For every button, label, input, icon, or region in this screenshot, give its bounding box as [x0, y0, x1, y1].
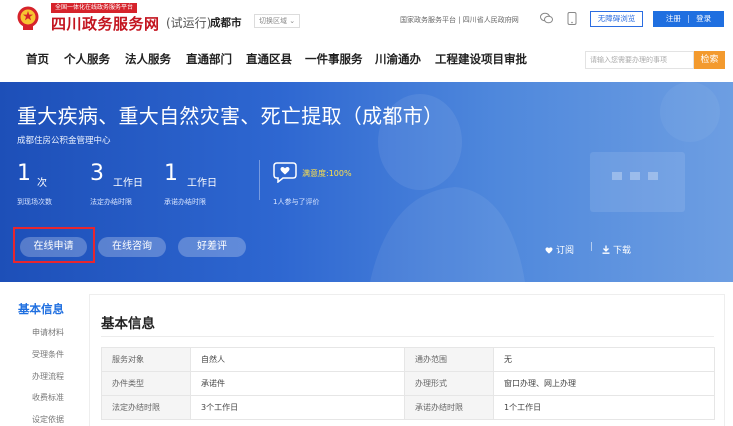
table-cell-key: 通办范围 [404, 347, 494, 372]
heart-icon [545, 247, 553, 254]
sidebar-item-basis[interactable]: 设定依据 [32, 414, 64, 425]
current-city: 成都市 [210, 17, 242, 29]
nav-item-chuanyu[interactable]: 川渝通办 [375, 51, 421, 67]
table-cell-value: 1个工作日 [493, 395, 715, 420]
wechat-icon[interactable] [540, 12, 553, 24]
nav-item-construction[interactable]: 工程建设项目审批 [435, 51, 527, 67]
nav-item-one-thing[interactable]: 一件事服务 [305, 51, 363, 67]
stat-visits-number: 1 [17, 161, 31, 186]
switch-region-dropdown[interactable]: 切换区域 ⌄ [254, 14, 301, 28]
site-name[interactable]: 四川政务服务网 [51, 13, 160, 34]
service-hero: 重大疾病、重大自然灾害、死亡提取（成都市） 成都住房公积金管理中心 1 次 到现… [0, 82, 733, 282]
main-nav: 首页 个人服务 法人服务 直通部门 直通区县 一件事服务 川渝通办 工程建设项目… [0, 36, 733, 82]
satisfaction-rate: 满意度:100% [302, 169, 352, 178]
download-label: 下载 [613, 246, 632, 256]
nav-item-departments[interactable]: 直通部门 [186, 51, 232, 67]
sidebar-item-process[interactable]: 办理流程 [32, 371, 64, 382]
rating-count: 1人参与了评价 [273, 198, 320, 206]
subscribe-label: 订阅 [556, 246, 575, 256]
nav-item-home[interactable]: 首页 [26, 51, 49, 67]
section-title: 基本信息 [101, 316, 155, 332]
table-row: 法定办结时限 3个工作日 承诺办结时限 1个工作日 [101, 395, 715, 420]
action-separator: | [590, 242, 594, 252]
apply-highlight-box [13, 227, 95, 263]
stat-promised-limit-label: 承诺办结时限 [164, 198, 206, 206]
table-cell-value: 无 [493, 347, 715, 372]
stat-promised-limit-unit: 工作日 [187, 178, 217, 189]
site-status: (试运行) [166, 16, 212, 30]
stats-divider [259, 160, 260, 200]
table-cell-value: 自然人 [190, 347, 405, 372]
table-row: 办件类型 承诺件 办理形式 窗口办理、网上办理 [101, 371, 715, 396]
sidebar-item-conditions[interactable]: 受理条件 [32, 349, 64, 360]
satisfaction-heart-icon [273, 162, 297, 183]
stat-visits-label: 到现场次数 [17, 198, 52, 206]
table-cell-key: 办件类型 [101, 371, 191, 396]
login-link[interactable]: 登录 [696, 14, 711, 23]
stat-promised-limit-number: 1 [164, 161, 178, 186]
table-cell-key: 法定办结时限 [101, 395, 191, 420]
auth-separator: | [687, 14, 690, 23]
section-divider [101, 336, 714, 337]
stat-legal-limit-number: 3 [90, 161, 104, 186]
download-icon [602, 245, 610, 254]
table-cell-value: 承诺件 [190, 371, 405, 396]
download-link[interactable]: 下载 [602, 243, 631, 256]
nav-item-districts[interactable]: 直通区县 [246, 51, 292, 67]
stat-legal-limit-label: 法定办结时限 [90, 198, 132, 206]
table-cell-key: 服务对象 [101, 347, 191, 372]
table-cell-value: 3个工作日 [190, 395, 405, 420]
table-cell-key: 承诺办结时限 [404, 395, 494, 420]
accessibility-button[interactable]: 无障碍浏览 [590, 11, 643, 27]
sidebar-item-materials[interactable]: 申请材料 [32, 327, 64, 338]
nav-item-corporate[interactable]: 法人服务 [125, 51, 171, 67]
table-cell-key: 办理形式 [404, 371, 494, 396]
register-link[interactable]: 注册 [666, 14, 681, 23]
brand-tagline: 全国一体化在线政务服务平台 [51, 3, 138, 13]
table-row: 服务对象 自然人 通办范围 无 [101, 347, 715, 372]
stat-legal-limit-unit: 工作日 [113, 178, 143, 189]
service-title: 重大疾病、重大自然灾害、死亡提取（成都市） [17, 104, 444, 128]
basic-info-table: 服务对象 自然人 通办范围 无 办件类型 承诺件 办理形式 窗口办理、网上办理 … [101, 347, 715, 420]
auth-box: 注册 | 登录 [653, 11, 724, 27]
top-links[interactable]: 国家政务服务平台 | 四川省人民政府网 [400, 15, 519, 25]
mobile-icon[interactable] [567, 12, 577, 25]
rating-button[interactable]: 好差评 [178, 237, 246, 257]
sidebar-item-basic-info[interactable]: 基本信息 [18, 301, 64, 317]
search-button[interactable]: 检索 [694, 51, 725, 69]
consult-online-button[interactable]: 在线咨询 [98, 237, 166, 257]
basic-info-panel: 基本信息 服务对象 自然人 通办范围 无 办件类型 承诺件 办理形式 窗口办理、… [89, 294, 725, 426]
national-emblem-icon [17, 6, 39, 30]
site-header: 全国一体化在线政务服务平台 四川政务服务网 (试运行) 成都市 切换区域 ⌄ 国… [0, 0, 733, 36]
nav-item-personal[interactable]: 个人服务 [64, 51, 110, 67]
service-org: 成都住房公积金管理中心 [17, 136, 111, 146]
table-cell-value: 窗口办理、网上办理 [493, 371, 715, 396]
search-input[interactable] [585, 51, 694, 69]
stat-visits-unit: 次 [37, 178, 47, 189]
sidebar-item-fees[interactable]: 收费标准 [32, 392, 64, 403]
detail-sidebar: 基本信息 申请材料 受理条件 办理流程 收费标准 设定依据 [0, 282, 80, 426]
subscribe-link[interactable]: 订阅 [545, 243, 574, 256]
